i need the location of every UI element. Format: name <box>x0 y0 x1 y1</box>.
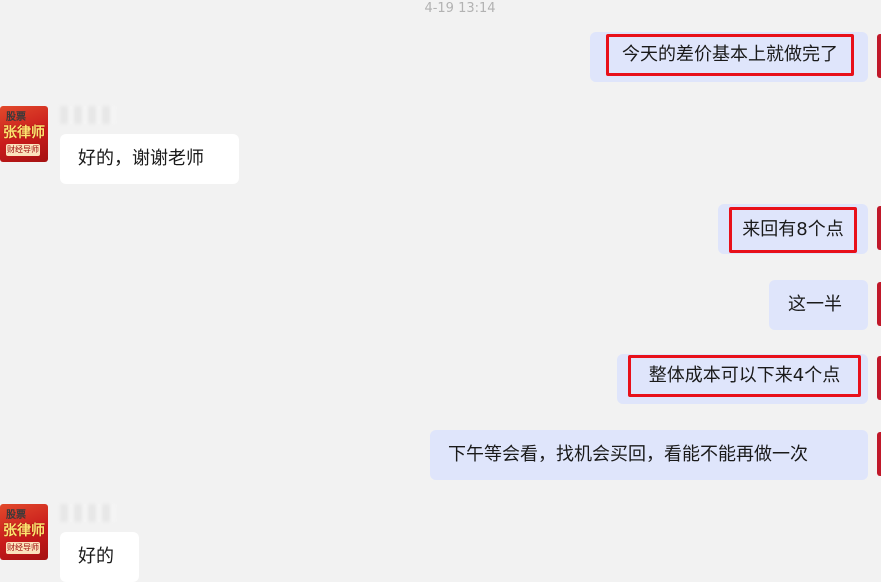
avatar-caption-top: 股票 <box>6 510 26 521</box>
avatar-caption-top: 股票 <box>6 112 26 123</box>
avatar-caption-main: 张律师 <box>3 523 45 539</box>
avatar-caption-bottom: 财经导师 <box>6 542 40 554</box>
my-avatar[interactable] <box>877 206 881 250</box>
contact-nickname-blurred <box>60 106 116 124</box>
outgoing-message-bubble[interactable]: 这一半 <box>769 280 868 330</box>
outgoing-message-bubble[interactable]: 下午等会看，找机会买回，看能不能再做一次 <box>430 430 868 480</box>
my-avatar[interactable] <box>877 282 881 326</box>
highlighted-message-text: 今天的差价基本上就做完了 <box>606 34 854 76</box>
highlighted-message-text: 整体成本可以下来4个点 <box>628 355 861 397</box>
contact-nickname-blurred <box>60 504 116 522</box>
incoming-message-bubble[interactable]: 好的 <box>60 532 139 582</box>
my-avatar[interactable] <box>877 432 881 476</box>
my-avatar[interactable] <box>877 356 881 400</box>
highlighted-message-text: 来回有8个点 <box>729 207 857 253</box>
incoming-message-bubble[interactable]: 好的，谢谢老师 <box>60 134 239 184</box>
message-timestamp: 4-19 13:14 <box>424 1 496 16</box>
contact-avatar[interactable]: 股票 张律师 财经导师 <box>0 504 48 560</box>
my-avatar[interactable] <box>877 34 881 78</box>
avatar-caption-main: 张律师 <box>3 125 45 141</box>
avatar-caption-bottom: 财经导师 <box>6 144 40 156</box>
contact-avatar[interactable]: 股票 张律师 财经导师 <box>0 106 48 162</box>
